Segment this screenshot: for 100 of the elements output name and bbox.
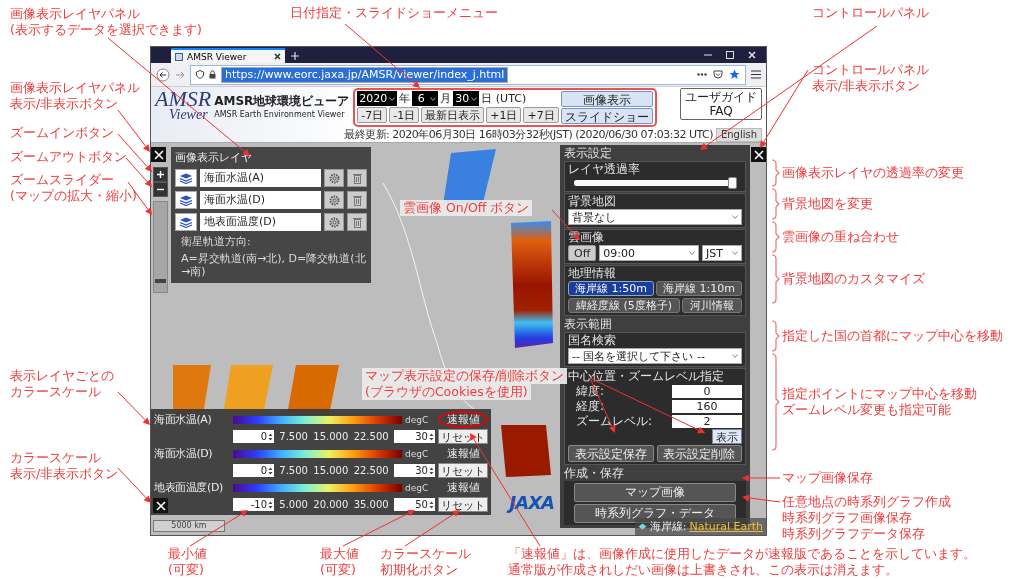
layer-delete-button[interactable] (347, 191, 367, 209)
save-settings-button[interactable]: 表示設定保存 (568, 445, 654, 462)
max-value-field[interactable]: 50 (393, 498, 435, 511)
layer-settings-button[interactable] (324, 213, 344, 231)
language-button[interactable]: English (716, 127, 762, 142)
last-updated-text: 最終更新: 2020年06月30日 16時03分32秒(JST) (2020/06/30 07:03:32 UTC) (344, 127, 713, 142)
annotation-text: カラースケール (10, 384, 101, 400)
opacity-slider[interactable] (574, 180, 736, 186)
delete-settings-button[interactable]: 表示設定削除 (656, 445, 742, 462)
trash-icon (352, 172, 362, 184)
timezone-select[interactable]: JST (702, 245, 742, 261)
input-field[interactable]: 0 (672, 384, 742, 398)
background-map-select[interactable]: 背景なし (568, 209, 742, 225)
site-subtitle: AMSR Earth Environment Viewer (214, 110, 346, 119)
maximize-icon[interactable] (726, 51, 734, 59)
max-value-field[interactable]: 30 (393, 464, 435, 477)
action-button[interactable]: スライドショー (560, 108, 653, 124)
back-icon[interactable] (156, 67, 170, 82)
zoom-out-button[interactable] (154, 183, 167, 196)
close-icon (753, 149, 764, 160)
minimize-icon[interactable] (704, 51, 712, 59)
cloud-toggle-button[interactable]: Off (568, 245, 597, 261)
reset-button[interactable]: リセット (438, 497, 488, 512)
annotation-text: 初期化ボタン (380, 562, 458, 578)
max-value-field[interactable]: 30 (393, 430, 435, 443)
more-icon[interactable] (697, 73, 707, 76)
zoom-slider[interactable] (153, 201, 168, 293)
annotation-text: 表示/非表示ボタン (10, 96, 119, 112)
min-value-field[interactable]: 0 (233, 430, 274, 443)
close-icon[interactable] (274, 53, 281, 60)
annotation-text: 最小値 (168, 546, 207, 562)
caret-icon (689, 251, 695, 255)
leader-line (189, 510, 248, 547)
min-value-field[interactable]: -10 (233, 498, 274, 511)
new-tab-icon[interactable] (291, 52, 299, 60)
caret-icon (732, 215, 738, 219)
tick-label: 22.500 (353, 431, 389, 442)
reset-button[interactable]: リセット (438, 463, 488, 478)
country-select[interactable]: -- 国名を選択して下さい -- (568, 348, 742, 364)
color-scale-toggle-button[interactable] (153, 498, 168, 513)
browser-tab[interactable]: AMSR Viewer (171, 48, 285, 63)
date-step-button[interactable]: -1日 (389, 107, 420, 123)
cloud-time-select[interactable]: 09:00 (599, 245, 699, 261)
map-layer-toggle[interactable]: 海岸線 1:10m (656, 281, 742, 296)
unit-label: degC (405, 482, 430, 493)
menu-icon[interactable] (751, 70, 761, 79)
annotation-text: 画像表示レイヤパネル (10, 6, 140, 22)
action-button[interactable]: 画像表示 (560, 91, 653, 107)
caret-icon (389, 96, 396, 101)
address-bar[interactable]: https://www.eorc.jaxa.jp/AMSR/viewer/index_j.html (190, 64, 746, 85)
date-step-button[interactable]: -7日 (357, 107, 388, 123)
month-label: 月 (440, 91, 452, 106)
tick-label: 15.000 (313, 431, 349, 442)
layer-button[interactable] (175, 191, 197, 209)
year-select[interactable]: 2020 (357, 91, 398, 106)
orbit-note: A=昇交軌道(南→北), D=降交軌道(北→南) (180, 252, 367, 278)
month-select[interactable]: 6 (412, 91, 439, 106)
date-step-button[interactable]: 最新日表示 (421, 107, 485, 123)
tick-label: 20.000 (313, 499, 349, 510)
annotation-text: 通常版が作成されしだい画像は上書きされ、この表示は消えます。 (508, 562, 898, 578)
annotation-text: 日付指定・スライドショーメニュー (290, 5, 498, 21)
layer-button[interactable] (175, 213, 197, 231)
tick-label: 35.000 (353, 499, 389, 510)
attribution-link[interactable]: Natural Earth (689, 520, 763, 533)
annotation-text: 背景地図のカスタマイズ (782, 271, 925, 287)
map-layer-toggle[interactable]: 緯経度線 (5度格子) (568, 298, 681, 313)
layer-delete-button[interactable] (347, 213, 367, 231)
layer-delete-button[interactable] (347, 169, 367, 187)
layer-button[interactable] (175, 169, 197, 187)
export-button[interactable]: マップ画像 (574, 483, 736, 502)
annotation-text: 雲画像 On/Off ボタン (400, 200, 533, 216)
min-value-field[interactable]: 0 (233, 464, 274, 477)
layer-name-field[interactable]: 海面水温(D) (200, 191, 321, 209)
date-step-button[interactable]: +7日 (523, 107, 559, 123)
zoom-in-button[interactable] (154, 168, 167, 181)
annotation-text: (可変) (320, 562, 356, 578)
layers-icon (179, 172, 193, 184)
star-icon[interactable] (729, 69, 740, 80)
leader-line (404, 510, 460, 547)
spinner-icon (268, 432, 273, 441)
layer-settings-button[interactable] (324, 191, 344, 209)
layer-name-field[interactable]: 地表面温度(D) (200, 213, 321, 231)
input-field[interactable]: 160 (672, 399, 742, 413)
layer-name-field[interactable]: 海面水温(A) (200, 169, 321, 187)
input-field[interactable]: 2 (672, 414, 742, 428)
day-select[interactable]: 30 (453, 91, 480, 106)
leader-line (742, 474, 781, 482)
pocket-icon[interactable] (713, 70, 723, 79)
annotation-text: カラースケール (380, 546, 471, 562)
annotation-text: 表示/非表示ボタン (10, 466, 119, 482)
map-layer-toggle[interactable]: 海岸線 1:50m (568, 281, 654, 296)
apply-button[interactable]: 表示 (712, 429, 742, 444)
date-step-button[interactable]: +1日 (486, 107, 522, 123)
layer-settings-button[interactable] (324, 169, 344, 187)
map-layer-toggle[interactable]: 河川情報 (682, 298, 742, 313)
user-guide-button[interactable]: ユーザガイド FAQ (680, 88, 762, 120)
layer-panel-toggle-button[interactable] (151, 147, 166, 162)
control-panel-toggle-button[interactable] (751, 147, 766, 162)
annotation-text: 指定した国の首都にマップ中心を移動 (782, 328, 1003, 344)
annotation-text: 最大値 (320, 546, 359, 562)
